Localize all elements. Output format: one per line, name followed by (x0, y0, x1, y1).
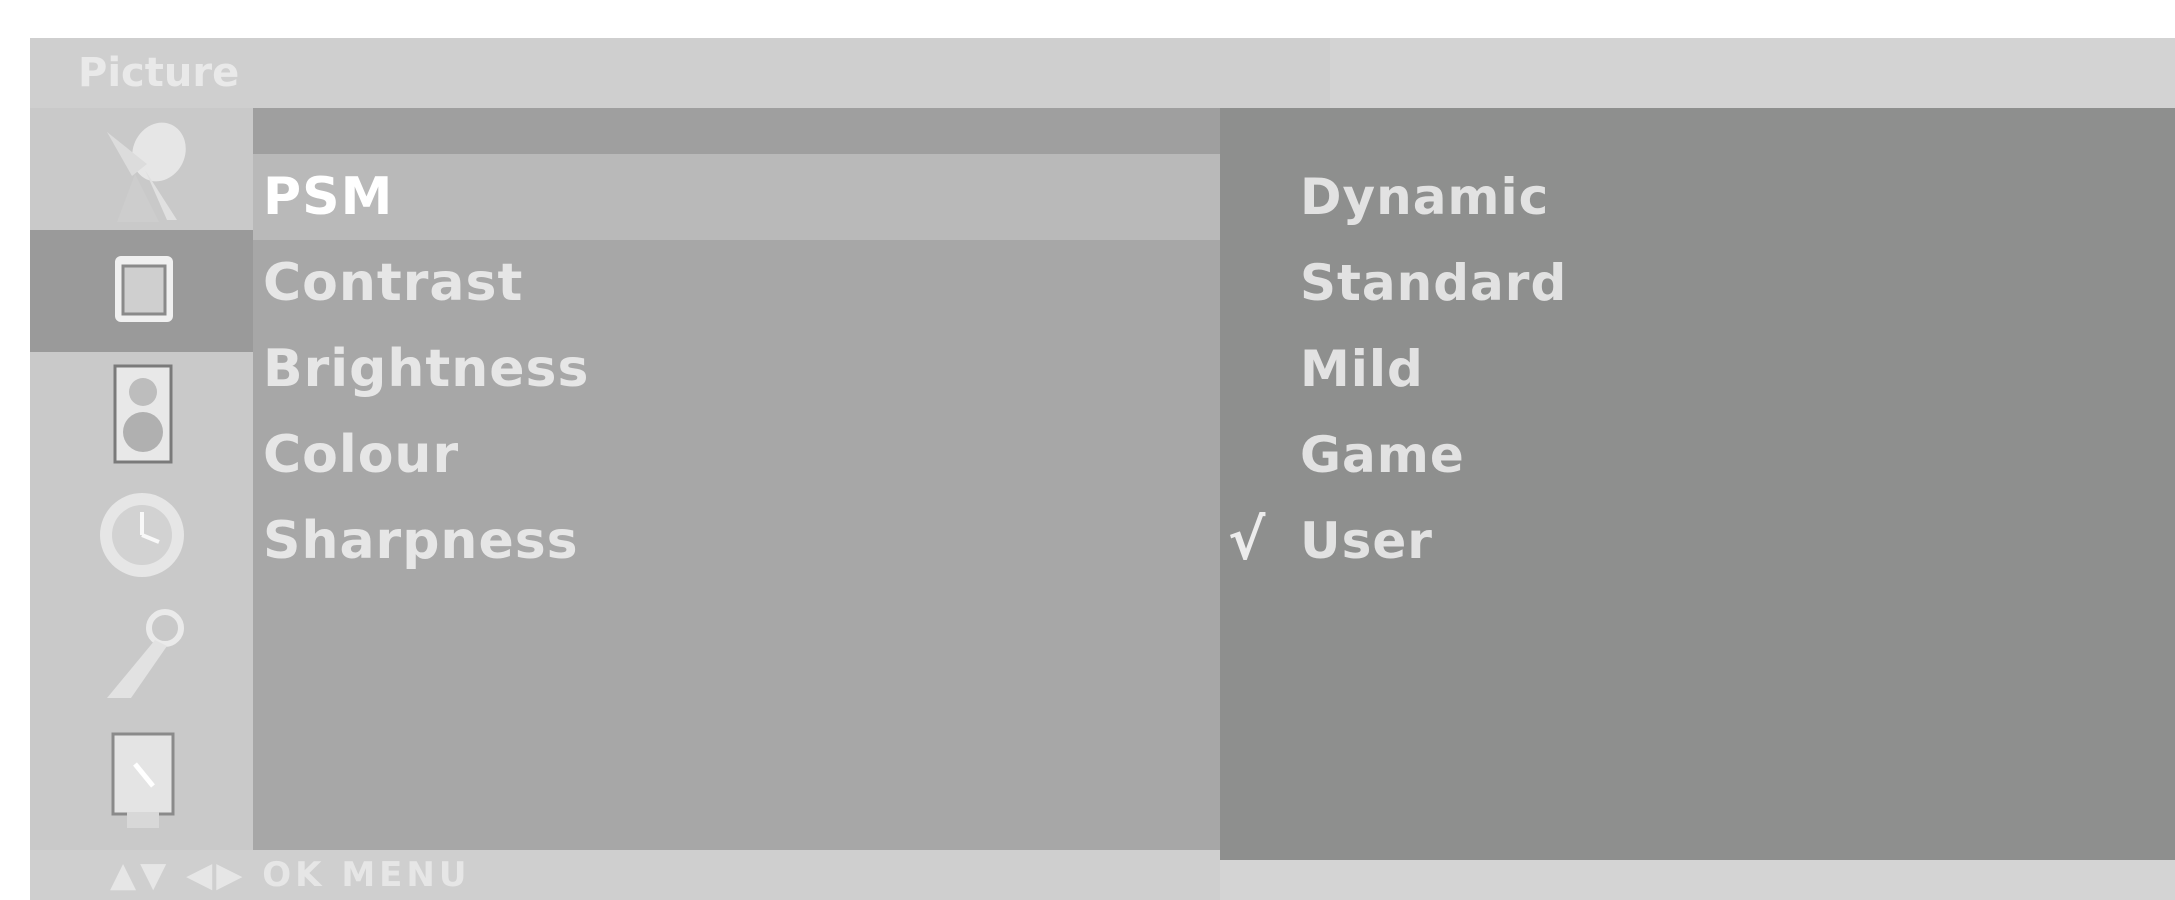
category-special[interactable] (30, 596, 253, 718)
option-game[interactable]: Game (1300, 412, 1465, 498)
picture-osd-menu: Picture PSM Contrast Brightness Colour S… (30, 38, 2175, 900)
menu-item-psm[interactable]: PSM (253, 154, 1220, 240)
menu-item-brightness[interactable]: Brightness (253, 326, 1220, 412)
menu-title: Picture (30, 38, 1330, 108)
category-screen[interactable] (30, 718, 253, 840)
check-mark-icon: √ (1228, 508, 1266, 573)
option-standard[interactable]: Standard (1300, 240, 1567, 326)
category-station[interactable] (30, 108, 253, 230)
satellite-dish-icon (106, 122, 186, 222)
option-mild[interactable]: Mild (1300, 326, 1424, 412)
category-time[interactable] (30, 474, 253, 596)
hint-bar-extension (1220, 860, 2175, 900)
menu-item-colour[interactable]: Colour (253, 412, 1220, 498)
navigation-hint-bar: ▲▼ ◀▶ OK MENU (30, 850, 1220, 900)
category-icon-column (30, 108, 253, 850)
option-user[interactable]: User (1300, 498, 1433, 584)
speaker-icon (113, 364, 172, 464)
picture-icon (114, 256, 173, 322)
title-bar-extension (1330, 38, 2175, 108)
category-sound[interactable] (30, 352, 253, 474)
category-picture[interactable] (30, 230, 253, 352)
menu-item-contrast[interactable]: Contrast (253, 240, 1220, 326)
menu-top-strip (253, 108, 1220, 154)
picture-menu-list: PSM Contrast Brightness Colour Sharpness (253, 108, 1220, 850)
menu-item-sharpness[interactable]: Sharpness (253, 498, 1220, 584)
option-dynamic[interactable]: Dynamic (1300, 154, 1549, 240)
clock-icon (99, 493, 184, 577)
special-tool-icon (106, 609, 184, 698)
psm-options-panel: Dynamic Standard Mild Game √ User (1220, 108, 2175, 860)
screen-setup-icon (111, 732, 174, 828)
